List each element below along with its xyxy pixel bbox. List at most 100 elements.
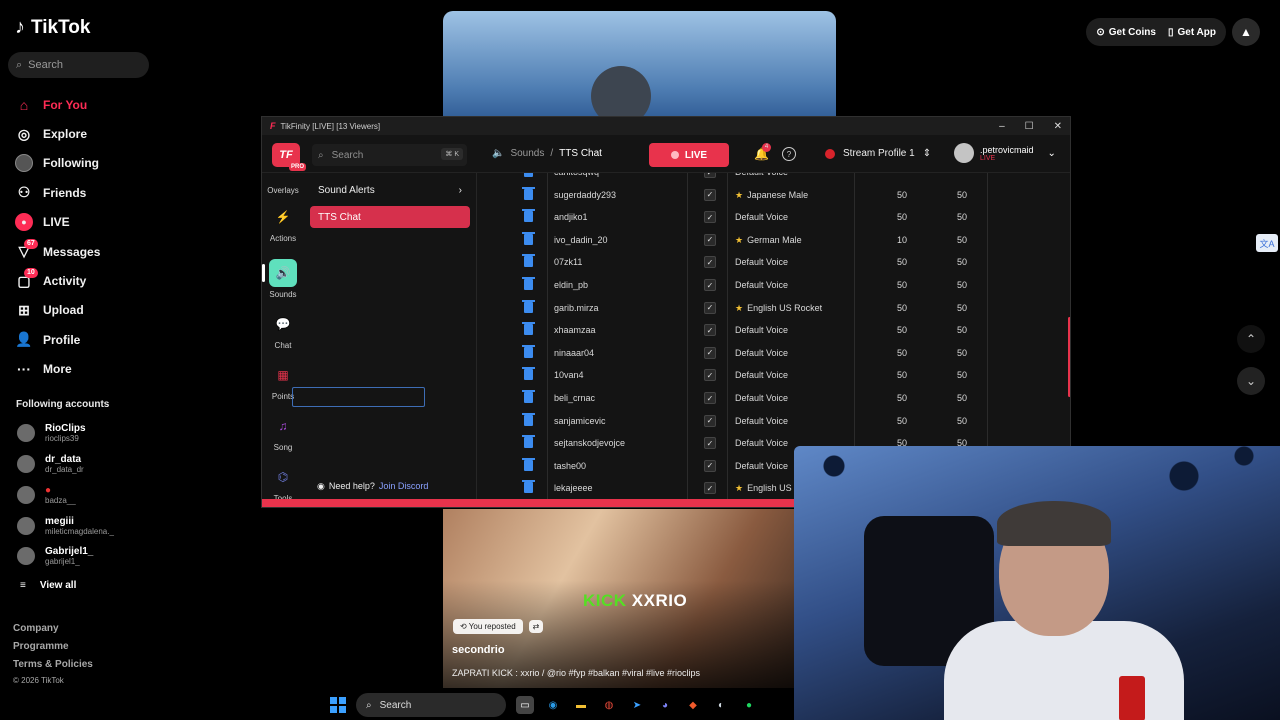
enabled-checkbox[interactable]: ✓ [704,324,716,337]
table-row[interactable]: eldin_pb ✓ Default Voice 50 50 [502,274,1047,297]
view-all-link[interactable]: ≡ View all [20,580,76,591]
trash-icon[interactable] [522,209,535,223]
join-discord-link[interactable]: Join Discord [379,481,429,492]
trash-icon[interactable] [522,367,535,381]
trash-icon[interactable] [522,186,535,200]
enabled-checkbox[interactable]: ✓ [704,437,716,450]
repost-toggle-icon[interactable]: ⇄ [528,620,544,633]
pitch-cell[interactable]: 50 [882,393,907,403]
scrollbar-thumb[interactable] [1068,317,1070,397]
nav-live[interactable]: ● LIVE [15,208,255,237]
voice-cell[interactable]: Default Voice [735,416,788,426]
nav-sounds[interactable]: 🔊 Sounds [262,259,304,299]
nav-for-you[interactable]: ⌂ For You [15,90,255,119]
username-cell[interactable]: 07zk11 [554,257,582,267]
speed-cell[interactable]: 50 [942,257,967,267]
enabled-checkbox[interactable]: ✓ [704,482,716,495]
table-row[interactable]: sanjamicevic ✓ Default Voice 50 50 [502,410,1047,433]
close-icon[interactable]: ✕ [1054,121,1062,132]
edge-icon[interactable]: ◉ [544,696,562,714]
table-row[interactable]: 07zk11 ✓ Default Voice 50 50 [502,251,1047,274]
subnav-tts-chat[interactable]: TTS Chat [310,206,470,228]
trash-icon[interactable] [522,412,535,426]
speed-cell[interactable]: 50 [942,393,967,403]
voice-cell[interactable]: Default Voice [735,212,788,222]
scroll-down-button[interactable]: ⌄ [1237,367,1265,395]
trash-icon[interactable] [522,480,535,494]
scroll-up-button[interactable]: ⌃ [1237,325,1265,353]
nav-tools[interactable]: ⌬ Tools [262,463,304,503]
steam-icon[interactable]: ◐ [712,696,730,714]
help-icon[interactable]: ? [782,147,796,161]
footer-company[interactable]: Company [13,623,59,634]
following-account[interactable]: ● badza__ [17,480,217,510]
voice-cell[interactable]: Default Voice [735,461,788,471]
following-account[interactable]: megiii mileticmagdalena._ [17,511,217,541]
username-cell[interactable]: sejtanskodjevojce [554,438,625,448]
discord-taskbar-icon[interactable]: ◕ [656,696,674,714]
tikfinity-search-input[interactable]: ⌕ Search ⌘ K [312,144,467,166]
nav-overlays[interactable]: Overlays [262,173,304,195]
enabled-checkbox[interactable]: ✓ [704,173,716,178]
nav-activity[interactable]: ▢ 10 Activity [15,266,255,295]
following-account[interactable]: dr_data dr_data_dr [17,449,217,479]
voice-cell[interactable]: Default Voice [735,370,788,380]
trash-icon[interactable] [522,390,535,403]
tiktok-search-input[interactable]: ⌕ Search [8,52,149,78]
breadcrumb-parent[interactable]: Sounds [510,148,544,159]
following-account[interactable]: RioClips rioclips39 [17,418,217,448]
username-edit-field[interactable] [292,387,425,407]
voice-cell[interactable]: Default Voice [735,280,788,290]
pitch-cell[interactable]: 50 [882,257,907,267]
username-cell[interactable]: lekajeeee [554,483,593,493]
nav-upload[interactable]: ⊞ Upload [15,296,255,325]
username-cell[interactable]: beli_crnac [554,393,595,403]
chrome-icon[interactable]: ◍ [600,696,618,714]
username-cell[interactable]: sanjamicevic [554,416,606,426]
table-row[interactable]: beli_crnac ✓ Default Voice 50 50 [502,387,1047,410]
voice-cell[interactable]: Default Voice [735,257,788,267]
video-preview-top[interactable] [443,11,836,121]
table-row[interactable]: andjiko1 ✓ Default Voice 50 50 [502,206,1047,229]
table-row[interactable]: sugerdaddy293 ✓ ★ Japanese Male 50 50 [502,184,1047,207]
stream-profile-select[interactable]: Stream Profile 1 ⇕ [825,148,931,159]
nav-messages[interactable]: ▽ 67 Messages [15,237,255,266]
footer-terms[interactable]: Terms & Policies [13,659,93,670]
table-row[interactable]: 10van4 ✓ Default Voice 50 50 [502,364,1047,387]
video-player[interactable]: KICK XXRIO ⟲ You reposted ⇄ secondrio ZA… [443,509,795,688]
voice-cell[interactable]: ★ Japanese Male [735,190,808,201]
pitch-cell[interactable]: 50 [882,303,907,313]
task-view-icon[interactable]: ▭ [516,696,534,714]
taskbar-search-input[interactable]: ⌕ Search [356,693,506,717]
trash-icon[interactable] [522,277,535,290]
tikfinity-logo[interactable]: TF PRO [272,143,306,171]
nav-chat[interactable]: 💬 Chat [262,310,304,350]
username-cell[interactable]: ninaaar04 [554,348,594,358]
trash-icon[interactable] [524,173,533,177]
username-cell[interactable]: tashe00 [554,461,586,471]
enabled-checkbox[interactable]: ✓ [704,256,716,269]
voice-cell[interactable]: ★ English US Rocket [735,303,822,314]
trash-icon[interactable] [522,254,535,268]
pitch-cell[interactable]: 50 [882,212,907,222]
enabled-checkbox[interactable]: ✓ [704,346,716,359]
table-row[interactable]: canitosqwq ✓ Default Voice [502,173,1047,184]
enabled-checkbox[interactable]: ✓ [704,392,716,404]
nav-following[interactable]: Following [15,149,255,178]
voice-cell[interactable]: Default Voice [735,438,788,448]
voice-cell[interactable]: ★ English US [735,483,792,494]
username-cell[interactable]: andjiko1 [554,212,588,222]
username-cell[interactable]: garib.mirza [554,303,599,313]
user-menu[interactable]: .petrovicmaid LIVE ⌄ [954,143,1056,163]
voice-cell[interactable]: ★ German Male [735,235,802,246]
maximize-icon[interactable]: ☐ [1025,121,1034,132]
telegram-icon[interactable]: ➤ [628,696,646,714]
pitch-cell[interactable]: 10 [882,235,907,245]
pitch-cell[interactable]: 50 [882,280,907,290]
pitch-cell[interactable]: 50 [882,348,907,358]
nav-actions[interactable]: ⚡ Actions [262,203,304,243]
username-cell[interactable]: canitosqwq [554,173,599,177]
voice-cell[interactable]: Default Voice [735,348,788,358]
enabled-checkbox[interactable]: ✓ [704,211,716,224]
tiktok-logo[interactable]: ♪ TikTok [15,16,90,39]
